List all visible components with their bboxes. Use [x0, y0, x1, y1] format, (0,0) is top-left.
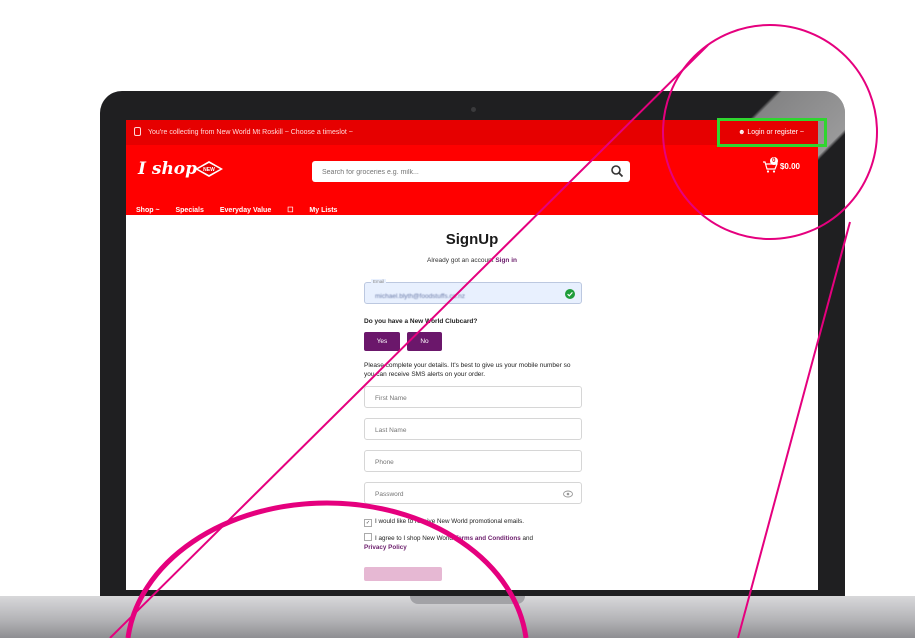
valid-check-icon — [565, 289, 575, 299]
ishop-logo[interactable]: I shop — [138, 159, 197, 179]
first-name-field — [364, 386, 582, 408]
main-nav: Shop ~ Specials Everyday Value ☐ My List… — [136, 206, 365, 214]
search-input[interactable] — [320, 164, 604, 181]
laptop-base-notch — [410, 596, 525, 604]
cart-count-badge: 0 — [769, 157, 778, 165]
email-label: Email — [371, 279, 387, 284]
already-account-label: Already got an account — [427, 257, 494, 264]
store-icon — [134, 127, 141, 136]
top-info-bar: You're collecting from New World Mt Rosk… — [126, 120, 818, 145]
promo-emails-label: I would like to receive New World promot… — [375, 518, 524, 525]
login-highlight-box — [717, 118, 827, 147]
phone-field — [364, 450, 582, 472]
already-account-text: Already got an account Sign in — [126, 257, 818, 264]
site-header: I shop NEW 0 $0.00 Shop ~ Specials — [126, 145, 818, 215]
terms-row: I agree to I shop New World Terms and Co… — [364, 533, 594, 552]
nav-item-everyday-value[interactable]: Everyday Value — [220, 207, 271, 214]
signup-form: SignUp Already got an account Sign in Em… — [126, 215, 818, 590]
cart-total: $0.00 — [779, 162, 800, 172]
badge-text: NEW — [203, 167, 215, 173]
promo-emails-checkbox[interactable]: ✓ — [364, 519, 372, 527]
page-title: SignUp — [445, 231, 499, 248]
search-icon[interactable] — [610, 164, 624, 178]
nav-item-shop[interactable]: Shop ~ — [136, 207, 160, 214]
list-icon: ☐ — [287, 207, 296, 214]
clubcard-question: Do you have a New World Clubcard? — [364, 318, 478, 325]
nav-item-my-lists[interactable]: ☐ My Lists — [287, 207, 351, 214]
email-input[interactable] — [373, 289, 567, 303]
camera-dot — [471, 107, 476, 112]
terms-link[interactable]: Terms and Conditions — [455, 535, 521, 542]
last-name-field — [364, 418, 582, 440]
nav-item-specials[interactable]: Specials — [175, 207, 203, 214]
terms-and: and — [522, 535, 533, 542]
nav-item-my-lists-label: My Lists — [309, 207, 338, 214]
new-world-badge-icon: NEW — [195, 161, 223, 177]
promo-emails-row: ✓ I would like to receive New World promo… — [364, 517, 594, 527]
yes-button[interactable]: Yes — [364, 332, 400, 351]
sign-in-link[interactable]: Sign in — [495, 257, 517, 264]
search-box — [312, 161, 630, 182]
password-input[interactable] — [373, 487, 567, 501]
terms-prefix: I agree to I shop New World — [375, 535, 453, 542]
phone-input[interactable] — [373, 455, 567, 469]
cart-button[interactable]: 0 $0.00 — [762, 157, 800, 173]
email-field: Email — [364, 279, 582, 304]
terms-checkbox[interactable] — [364, 533, 372, 541]
show-password-eye-icon[interactable] — [563, 490, 573, 498]
submit-button[interactable] — [364, 567, 442, 581]
details-info-text: Please complete your details. It's best … — [364, 362, 571, 378]
browser-screen: You're collecting from New World Mt Rosk… — [126, 120, 818, 590]
password-field — [364, 482, 582, 504]
first-name-input[interactable] — [373, 391, 567, 405]
collecting-store-text[interactable]: You're collecting from New World Mt Rosk… — [148, 129, 353, 136]
no-button[interactable]: No — [407, 332, 442, 351]
privacy-policy-link[interactable]: Privacy Policy — [364, 544, 407, 551]
last-name-input[interactable] — [373, 423, 567, 437]
